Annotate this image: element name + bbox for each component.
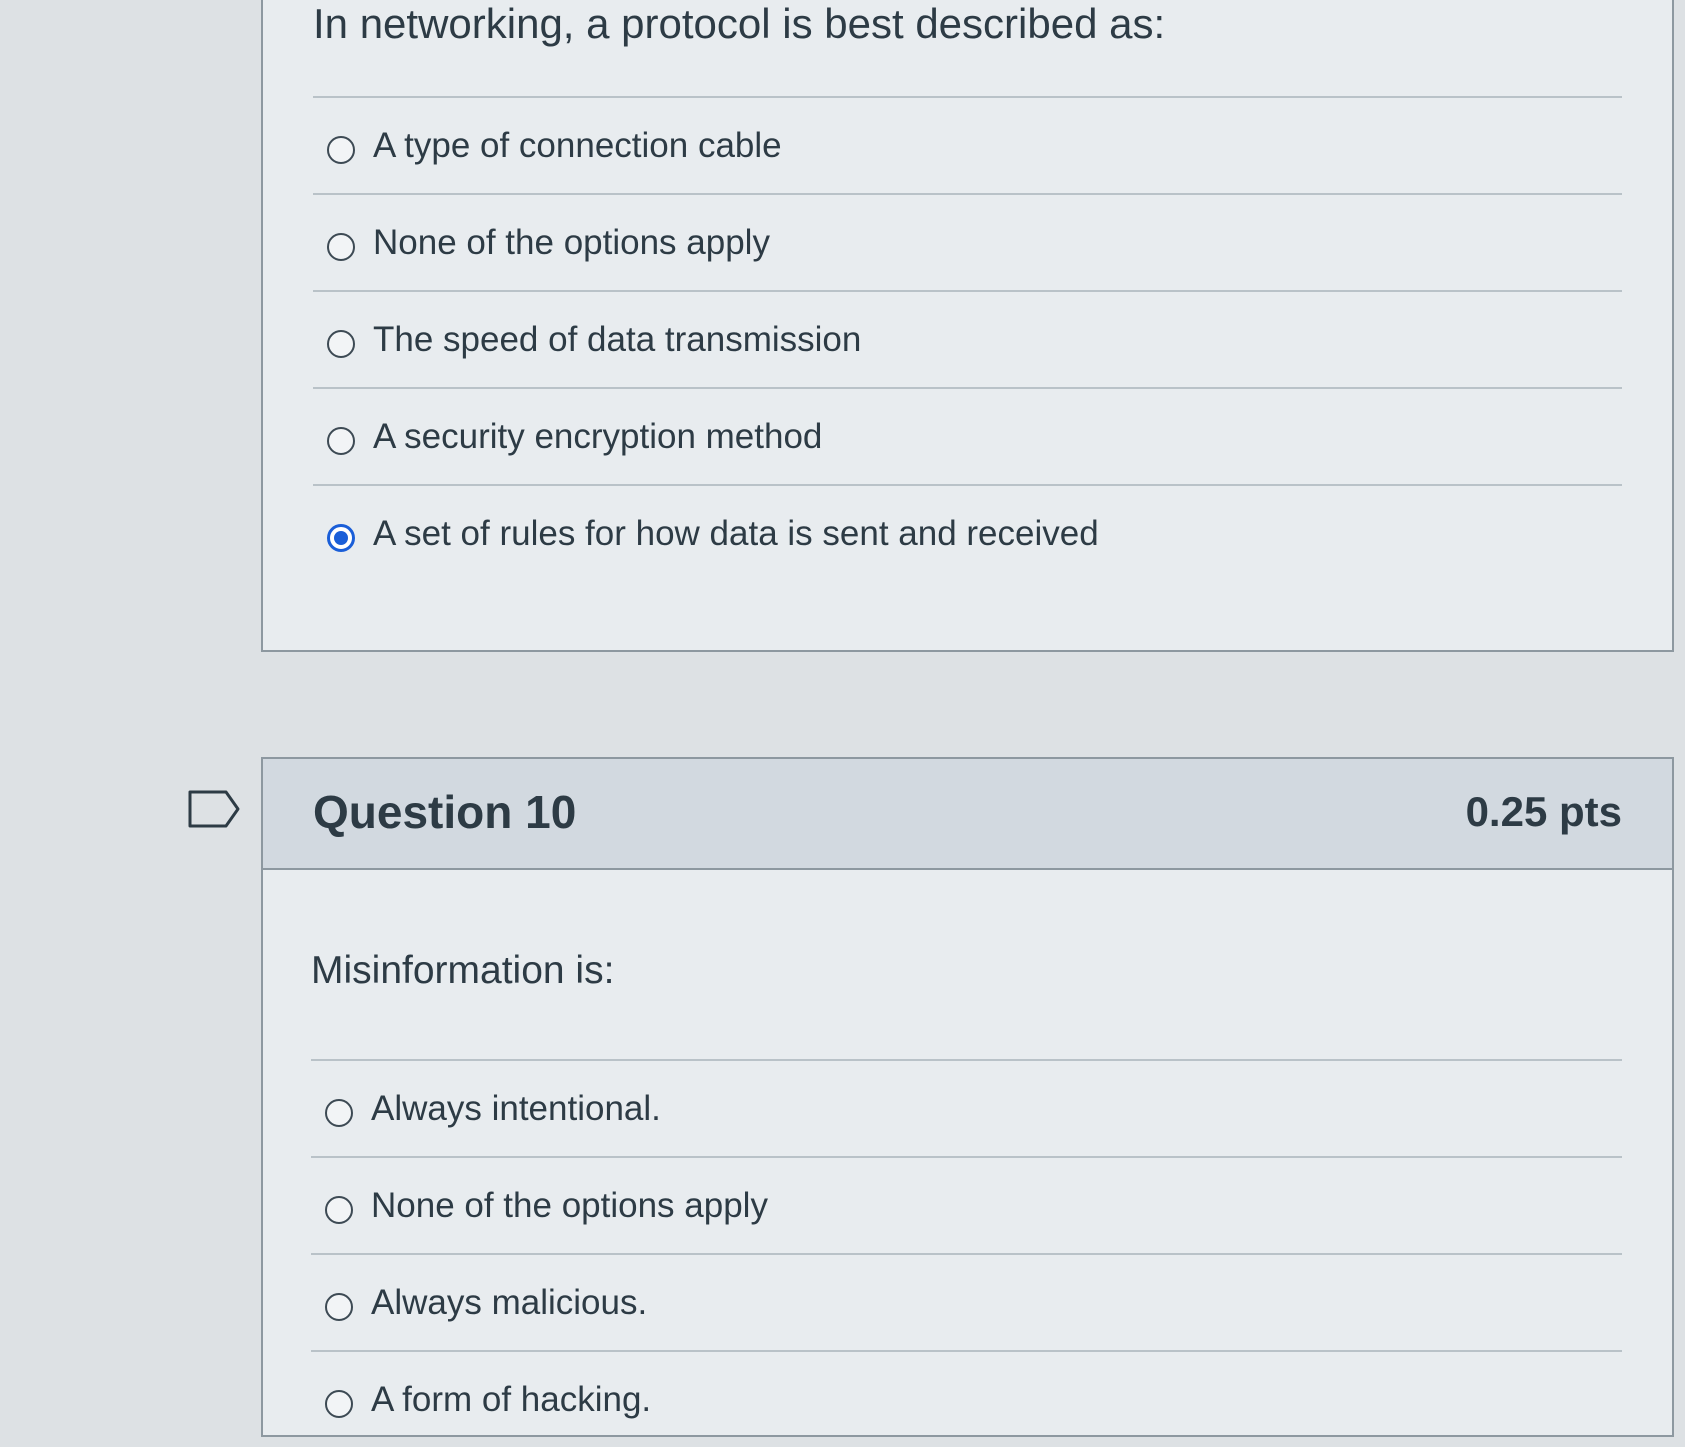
- answer-label: A form of hacking.: [371, 1379, 652, 1419]
- answer-option[interactable]: None of the options apply: [313, 193, 1622, 290]
- question-points: 0.25 pts: [1465, 788, 1622, 835]
- answer-option[interactable]: A security encryption method: [313, 387, 1622, 484]
- question-10-card: Question 10 0.25 pts Misinformation is: …: [261, 757, 1674, 1437]
- radio-button[interactable]: [325, 1389, 353, 1418]
- answer-option[interactable]: Always intentional.: [311, 1059, 1622, 1156]
- radio-button[interactable]: [325, 1098, 353, 1127]
- question-10-text: Misinformation is:: [311, 949, 615, 992]
- flag-outline-icon[interactable]: [188, 790, 240, 828]
- answer-label: The speed of data transmission: [373, 319, 862, 359]
- answer-label: Always intentional.: [371, 1088, 661, 1128]
- question-9-card: In networking, a protocol is best descri…: [261, 0, 1674, 652]
- question-title: Question 10: [313, 786, 577, 838]
- answer-option[interactable]: A type of connection cable: [313, 96, 1622, 193]
- radio-button[interactable]: [327, 232, 355, 261]
- answer-label: None of the options apply: [373, 222, 770, 262]
- answer-label: A security encryption method: [373, 416, 823, 456]
- answer-option[interactable]: None of the options apply: [311, 1156, 1622, 1253]
- answer-option[interactable]: Always malicious.: [311, 1253, 1622, 1350]
- question-10-answers: Always intentional. None of the options …: [311, 1059, 1622, 1447]
- answer-label: A set of rules for how data is sent and …: [373, 513, 1099, 553]
- question-9-text: In networking, a protocol is best descri…: [313, 0, 1166, 47]
- radio-button[interactable]: [325, 1292, 353, 1321]
- answer-label: None of the options apply: [371, 1185, 768, 1225]
- answer-option[interactable]: The speed of data transmission: [313, 290, 1622, 387]
- radio-button[interactable]: [327, 426, 355, 455]
- radio-button[interactable]: [327, 135, 355, 164]
- question-header: Question 10 0.25 pts: [263, 759, 1672, 870]
- answer-option-selected[interactable]: A set of rules for how data is sent and …: [313, 484, 1622, 581]
- answer-label: Always malicious.: [371, 1282, 648, 1322]
- radio-button-selected[interactable]: [327, 523, 355, 552]
- radio-button[interactable]: [327, 329, 355, 358]
- radio-button[interactable]: [325, 1195, 353, 1224]
- answer-label: A type of connection cable: [373, 125, 782, 165]
- question-9-answers: A type of connection cable None of the o…: [313, 96, 1622, 581]
- answer-option[interactable]: A form of hacking.: [311, 1350, 1622, 1447]
